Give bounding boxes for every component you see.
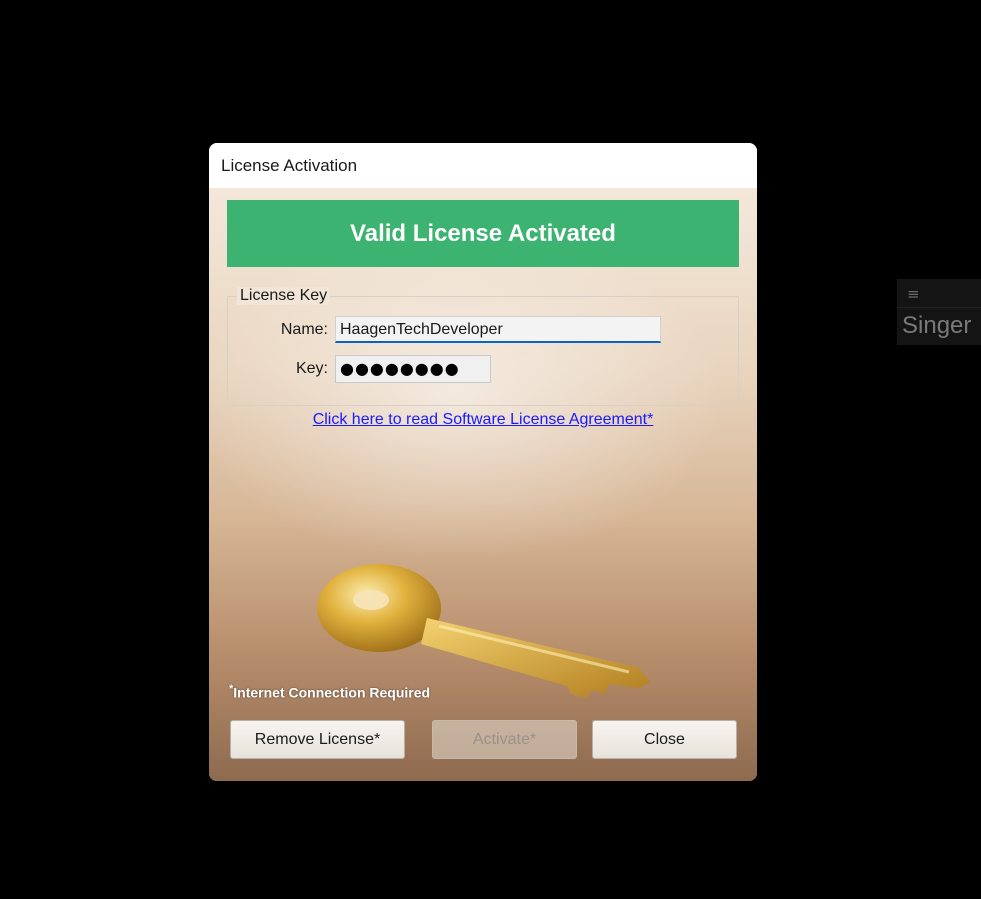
license-activation-dialog: License Activation Valid License Activat… [209,143,757,781]
name-field[interactable]: HaagenTechDeveloper [335,316,661,343]
title-bar[interactable]: License Activation [209,143,757,188]
license-key-legend: License Key [237,287,331,305]
license-agreement-link[interactable]: Click here to read Software License Agre… [209,411,757,429]
key-field[interactable]: ●●●●●●●● [335,355,491,383]
key-label: Key: [295,360,328,377]
close-button[interactable]: Close [592,720,737,759]
license-status-banner: Valid License Activated [227,200,739,267]
divider [897,307,981,308]
license-key-group: License Key [227,287,739,406]
name-label: Name: [280,321,328,338]
dialog-client-area: Valid License Activated License Key Name… [209,188,757,781]
note-text: Internet Connection Required [233,684,431,701]
internet-note: *Internet Connection Required [229,683,430,701]
activate-button[interactable]: Activate* [432,720,577,759]
side-panel-label[interactable]: Singer [902,312,971,340]
window-title: License Activation [221,156,358,175]
menu-icon[interactable]: ≡ [907,285,920,303]
side-panel: ≡ Singer [897,279,981,345]
remove-license-button[interactable]: Remove License* [230,720,405,759]
